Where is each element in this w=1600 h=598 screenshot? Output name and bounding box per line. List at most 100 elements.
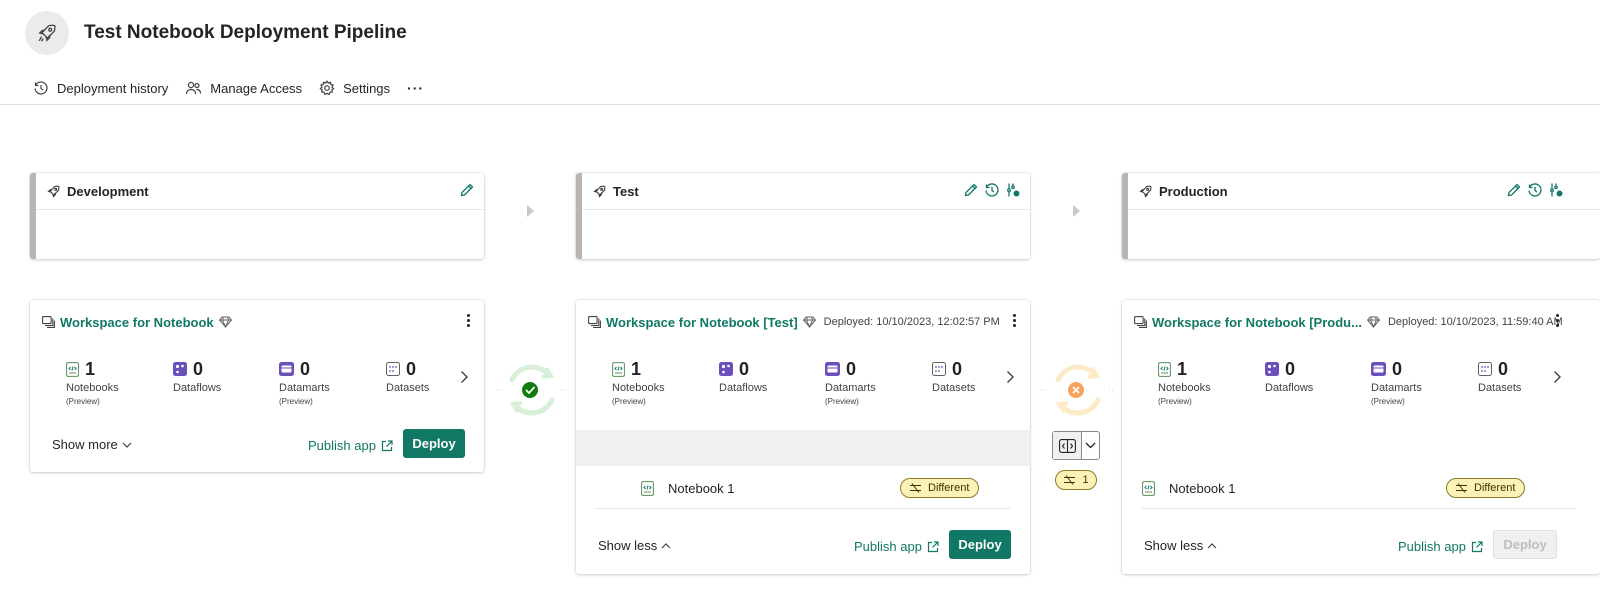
notebook-icon [1142,480,1155,496]
count-notebooks: 1 Notebooks (Preview) [1158,358,1248,407]
stage-actions [1506,182,1564,198]
stage-header: Development [36,173,484,210]
external-link-icon [381,439,393,451]
deployed-timestamp: Deployed: 10/10/2023, 12:02:57 PM [823,316,1000,328]
different-icon [1064,475,1076,485]
chevron-right-icon[interactable] [1005,370,1015,384]
settings-button[interactable]: Settings [319,80,390,96]
notebook-icon [641,480,654,496]
workspace-card-test: Workspace for Notebook [Test] Deployed: … [576,300,1030,574]
count-notebooks: 1 Notebooks (Preview) [612,358,702,407]
workspace-header: Workspace for Notebook [Test] Deployed: … [588,314,1018,330]
publish-app-label: Publish app [308,438,376,453]
stage-actions [459,182,475,198]
external-link-icon [927,540,939,552]
count-sublabel: (Preview) [66,397,100,406]
count-dataflows: 0 Dataflows [1265,359,1355,394]
workspace-icon [588,316,601,328]
compare-dropdown[interactable] [1082,432,1099,459]
manage-access-label: Manage Access [210,80,303,96]
count-sublabel: (Preview) [612,397,646,406]
count-value: 1 [1177,358,1188,379]
item-name: Notebook 1 [668,480,735,496]
deploy-button[interactable]: Deploy [403,429,465,458]
publish-app-link[interactable]: Publish app [308,438,393,453]
sync-success-icon [497,364,567,416]
sync-warning-icon [1041,364,1115,416]
show-less-link[interactable]: Show less [598,538,671,553]
edit-icon[interactable] [459,182,475,198]
count-label: Datamarts [825,382,876,394]
workspace-more-button[interactable] [467,314,471,329]
status-badge: Different [900,478,980,498]
compare-button[interactable] [1052,431,1100,460]
edit-icon[interactable] [963,182,979,198]
deployed-timestamp: Deployed: 10/10/2023, 11:59:40 AM [1387,316,1563,328]
dataset-icon [386,362,400,376]
list-item[interactable]: Notebook 1 [641,478,735,498]
different-icon [910,483,921,493]
count-value: 0 [846,358,857,379]
count-sublabel: (Preview) [825,397,859,406]
publish-app-label: Publish app [1398,539,1466,554]
workspace-name-link[interactable]: Workspace for Notebook [Test] [606,315,798,330]
settings-label: Settings [343,80,391,96]
dataflow-icon [719,362,733,376]
chevron-right-icon[interactable] [1552,370,1562,384]
manage-access-button[interactable]: Manage Access [185,80,302,96]
item-name: Notebook 1 [1169,480,1236,496]
history-icon[interactable] [1527,182,1543,198]
workspace-card-development: Workspace for Notebook 1 Notebooks (Prev… [30,300,484,472]
count-label: Datamarts [1371,382,1422,394]
count-value: 1 [631,358,642,379]
count-sublabel: (Preview) [279,397,313,406]
page-title: Test Notebook Deployment Pipeline [84,22,407,43]
show-less-link[interactable]: Show less [1144,538,1217,553]
history-icon[interactable] [984,182,1000,198]
deploy-button[interactable]: Deploy [949,530,1011,559]
count-value: 1 [85,358,96,379]
notebook-icon [1158,361,1171,377]
rocket-icon [47,185,60,198]
stage-actions [963,182,1021,198]
deployment-history-button[interactable]: Deployment history [33,80,168,96]
count-label: Dataflows [173,382,222,394]
deploy-button[interactable]: Deploy [1493,530,1557,559]
count-dataflows: 0 Dataflows [719,359,809,394]
show-less-label: Show less [598,538,658,553]
list-item[interactable]: Notebook 1 [1142,478,1236,498]
chevron-right-icon[interactable] [459,370,469,384]
premium-diamond-icon [802,316,816,328]
count-value: 0 [406,358,417,379]
stage-production: Production [1122,173,1600,259]
workspace-name-link[interactable]: Workspace for Notebook [Produ... [1152,315,1362,330]
count-value: 0 [739,358,750,379]
header-divider [0,104,1600,105]
compare-action[interactable] [1053,432,1082,459]
difference-count: 1 [1082,474,1089,486]
count-sublabel: (Preview) [1158,397,1192,406]
count-notebooks: 1 Notebooks (Preview) [66,358,156,407]
more-options-button[interactable]: ··· [407,80,424,96]
publish-app-link[interactable]: Publish app [854,539,939,554]
workspace-more-button[interactable] [1013,314,1017,329]
rocket-icon [593,185,606,198]
rocket-icon [38,24,56,42]
chevron-down-icon [122,442,132,448]
workspace-name-link[interactable]: Workspace for Notebook [60,315,214,330]
dataset-icon [1478,362,1492,376]
count-label: Datamarts [279,382,330,394]
stage-settings-icon[interactable] [1548,182,1564,198]
count-value: 0 [1498,358,1509,379]
count-value: 0 [300,358,311,379]
count-datamarts: 0 Datamarts (Preview) [1371,359,1461,406]
show-more-link[interactable]: Show more [52,437,132,452]
status-label: Different [1474,482,1516,494]
chevron-up-icon [661,542,671,548]
edit-icon[interactable] [1506,182,1522,198]
workspace-more-button[interactable] [1556,314,1560,329]
publish-app-link[interactable]: Publish app [1398,539,1483,554]
compare-icon [1058,438,1076,453]
stage-settings-icon[interactable] [1005,182,1021,198]
row-divider [1142,508,1576,509]
